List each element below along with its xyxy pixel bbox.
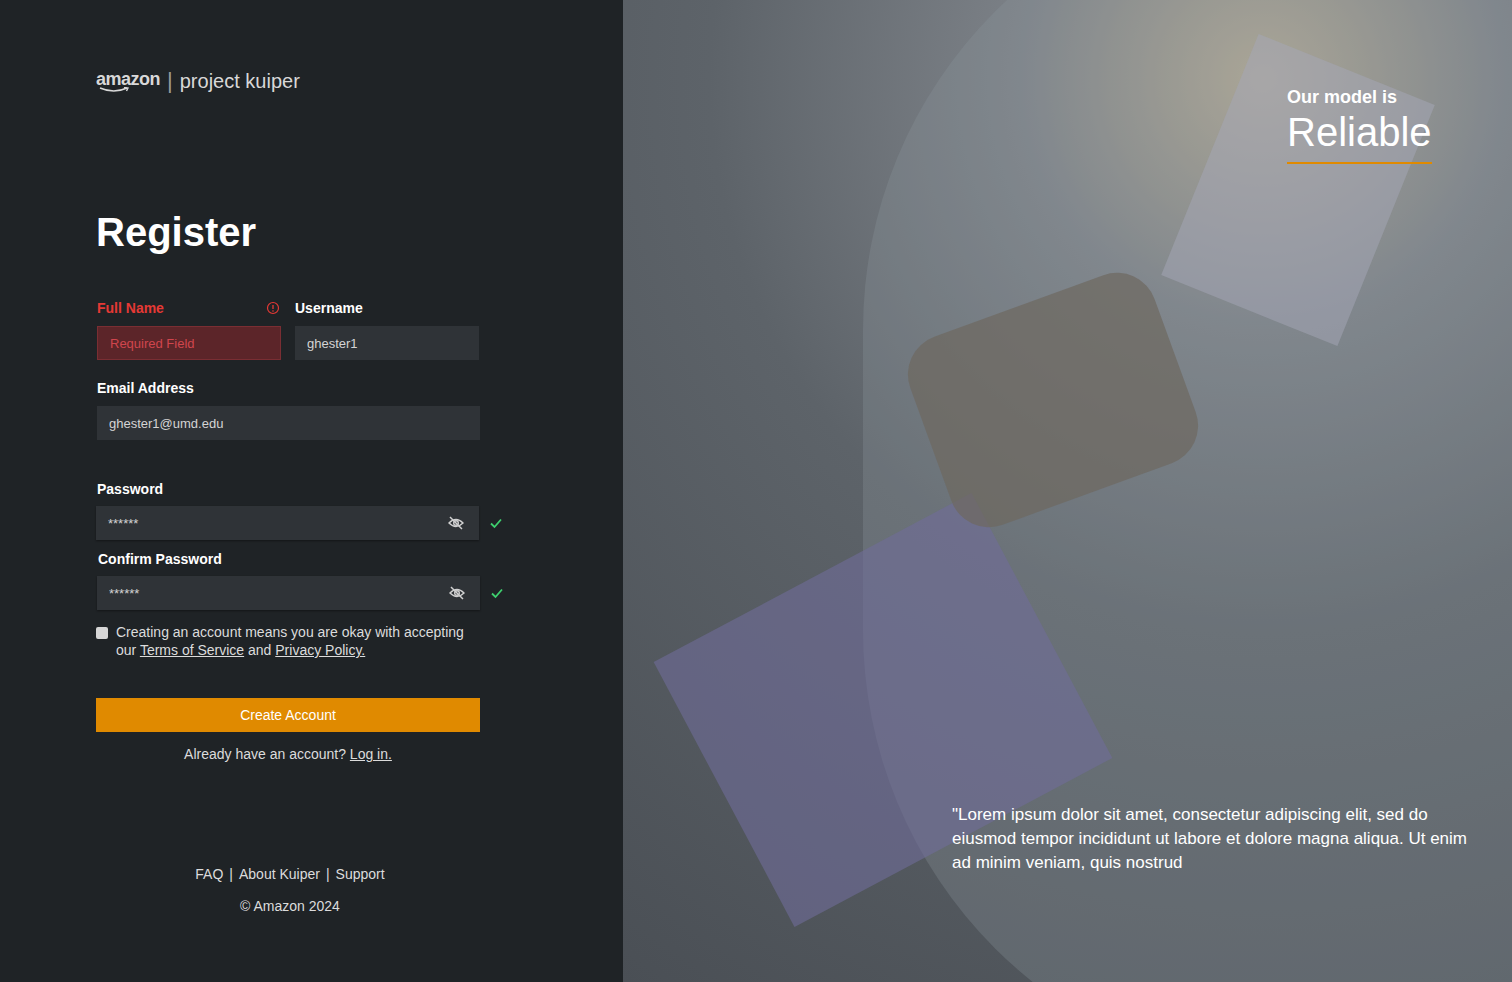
checkmark-icon <box>490 586 504 600</box>
amazon-logo: amazon <box>96 69 160 93</box>
text-input[interactable] <box>97 326 281 360</box>
text-input[interactable] <box>97 576 480 610</box>
footer-links: FAQ | About Kuiper | Support <box>195 864 384 884</box>
login-link[interactable]: Log in. <box>350 746 392 762</box>
hero-image: Our model isReliable "Lorem ipsum dolor s… <box>623 0 1512 982</box>
login-prompt: Already have an account? Log in. <box>96 744 480 764</box>
password-row <box>97 576 623 610</box>
confirm-password-field: Confirm Password <box>97 547 623 610</box>
footer-link[interactable]: Support <box>336 864 385 884</box>
hero-kicker: Our model is <box>1287 86 1397 108</box>
name-row: Full Name Username <box>97 296 623 360</box>
terms-checkbox[interactable] <box>96 627 108 639</box>
email-label: Email Address <box>97 376 480 400</box>
full-name-label-row: Full Name <box>97 296 281 320</box>
error-icon <box>266 301 280 315</box>
logo-divider: | <box>167 69 173 93</box>
footer-link[interactable]: FAQ <box>195 864 223 884</box>
register-panel: amazon | project kuiper Register Full Name Us… <box>0 0 623 982</box>
confirm-password-label: Confirm Password <box>98 547 623 571</box>
terms-text: Creating an account means you are okay w… <box>116 623 486 659</box>
full-name-label: Full Name <box>97 298 164 319</box>
copyright: © Amazon 2024 <box>240 896 340 916</box>
text-input[interactable] <box>97 406 480 440</box>
hero-headline: Reliable <box>1287 108 1432 164</box>
logo: amazon | project kuiper <box>96 66 623 96</box>
username-label-row: Username <box>295 296 479 320</box>
text-input[interactable] <box>295 326 479 360</box>
text-input[interactable] <box>96 506 479 540</box>
brand-name: amazon <box>96 69 160 89</box>
product-name: project kuiper <box>180 69 300 93</box>
password-label: Password <box>97 477 623 501</box>
create-account-button[interactable]: Create Account <box>96 698 480 732</box>
full-name-field: Full Name <box>97 296 281 360</box>
eye-slash-icon[interactable] <box>448 584 466 602</box>
hero-tagline: Our model isReliable <box>1287 86 1432 164</box>
smile-icon <box>99 87 129 93</box>
login-prompt-text: Already have an account? <box>184 746 350 762</box>
footer: FAQ | About Kuiper | Support © Amazon 2024 <box>96 864 484 916</box>
page-heading: Register <box>96 208 623 256</box>
terms-text-middle: and <box>244 642 275 658</box>
footer-link[interactable]: About Kuiper <box>239 864 320 884</box>
privacy-policy-link[interactable]: Privacy Policy. <box>275 642 365 658</box>
hero-quote: "Lorem ipsum dolor sit amet, consectetur… <box>952 803 1472 875</box>
password-input-wrap <box>96 506 479 540</box>
password-row <box>96 506 623 540</box>
checkmark-icon <box>489 516 503 530</box>
terms-of-service-link[interactable]: Terms of Service <box>140 642 244 658</box>
terms-row: Creating an account means you are okay w… <box>96 623 486 659</box>
email-field: Email Address <box>97 376 480 440</box>
username-label: Username <box>295 298 363 319</box>
eye-slash-icon[interactable] <box>447 514 465 532</box>
footer-separator: | <box>229 864 233 884</box>
password-field: Password <box>96 477 623 540</box>
username-field: Username <box>295 296 479 360</box>
password-input-wrap <box>97 576 480 610</box>
footer-separator: | <box>326 864 330 884</box>
